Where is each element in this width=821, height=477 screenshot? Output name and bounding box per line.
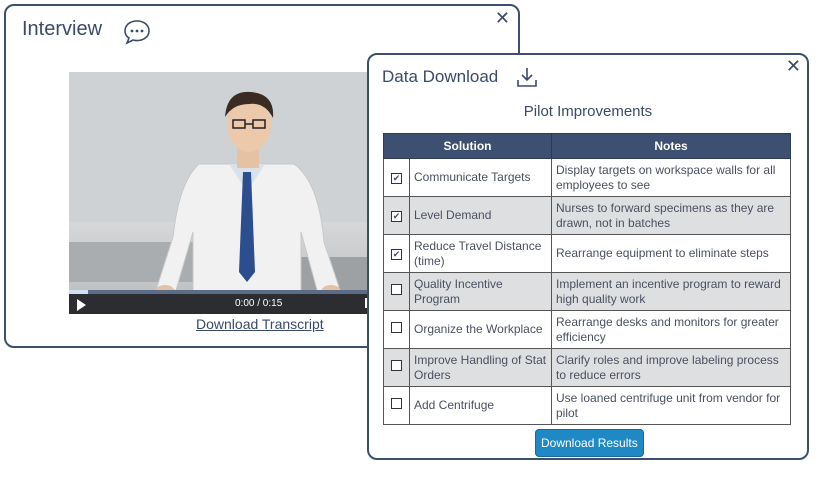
download-transcript-link[interactable]: Download Transcript [196, 316, 324, 332]
notes-cell: Use loaned centrifuge unit from vendor f… [551, 386, 791, 425]
progress-track[interactable] [69, 290, 379, 294]
notes-cell: Implement an incentive program to reward… [551, 272, 791, 311]
table-row: Organize the Workplace Rearrange desks an… [383, 310, 791, 349]
checkbox-cell [383, 386, 410, 425]
column-header-notes: Notes [551, 133, 791, 159]
table-row: ✔ Communicate Targets Display targets on w… [383, 158, 791, 197]
solution-cell: Reduce Travel Distance (time) [409, 234, 552, 273]
solution-cell: Level Demand [409, 196, 552, 235]
checkbox-cell: ✔ [383, 196, 410, 235]
checkbox-checked[interactable]: ✔ [391, 249, 402, 260]
notes-cell: Rearrange desks and monitors for greater… [551, 310, 791, 349]
improvements-table: Solution Notes ✔ Communicate Targets Displ… [383, 133, 791, 425]
checkbox-cell: ✔ [383, 234, 410, 273]
table-row: ✔ Level Demand Nurses to forward specimens… [383, 196, 791, 235]
download-title: Data Download [382, 67, 499, 86]
checkbox-unchecked[interactable] [391, 398, 402, 409]
close-icon[interactable]: ✕ [495, 9, 510, 27]
checkbox-cell [383, 272, 410, 311]
solution-cell: Add Centrifuge [409, 386, 552, 425]
checkbox-cell [383, 310, 410, 349]
video-player[interactable] [69, 72, 379, 312]
checkbox-cell: ✔ [383, 158, 410, 197]
checkbox-unchecked[interactable] [391, 322, 402, 333]
checkbox-checked[interactable]: ✔ [391, 211, 402, 222]
checkbox-cell [383, 348, 410, 387]
notes-cell: Display targets on workspace walls for a… [551, 158, 791, 197]
download-results-button[interactable]: Download Results [535, 429, 644, 457]
notes-cell: Rearrange equipment to eliminate steps [551, 234, 791, 273]
notes-cell: Nurses to forward specimens as they are … [551, 196, 791, 235]
checkbox-unchecked[interactable] [391, 360, 402, 371]
play-icon[interactable] [77, 299, 86, 311]
solution-cell: Communicate Targets [409, 158, 552, 197]
close-icon[interactable]: ✕ [786, 57, 801, 75]
table-row: Add Centrifuge Use loaned centrifuge unit… [383, 386, 791, 425]
interviewee-figure [69, 72, 379, 312]
interview-title: Interview [22, 18, 103, 40]
solution-cell: Organize the Workplace [409, 310, 552, 349]
notes-cell: Clarify roles and improve labeling proce… [551, 348, 791, 387]
checkbox-checked[interactable]: ✔ [391, 173, 402, 184]
solution-cell: Improve Handling of Stat Orders [409, 348, 552, 387]
video-controls: 0:00 / 0:15 [69, 290, 379, 314]
table-subtitle: Pilot Improvements [523, 103, 653, 120]
column-header-solution: Solution [383, 133, 552, 159]
checkbox-unchecked[interactable] [391, 284, 402, 295]
data-download-panel: Data Download ✕ Pilot Improvements Solut… [367, 53, 809, 460]
chat-bubble-icon [124, 20, 150, 45]
table-row: Quality Incentive Program Implement an in… [383, 272, 791, 311]
video-time: 0:00 / 0:15 [235, 298, 283, 309]
download-icon [517, 68, 537, 87]
table-row: ✔ Reduce Travel Distance (time) Rearrange … [383, 234, 791, 273]
progress-fill [69, 290, 88, 294]
table-row: Improve Handling of Stat Orders Clarify r… [383, 348, 791, 387]
solution-cell: Quality Incentive Program [409, 272, 552, 311]
